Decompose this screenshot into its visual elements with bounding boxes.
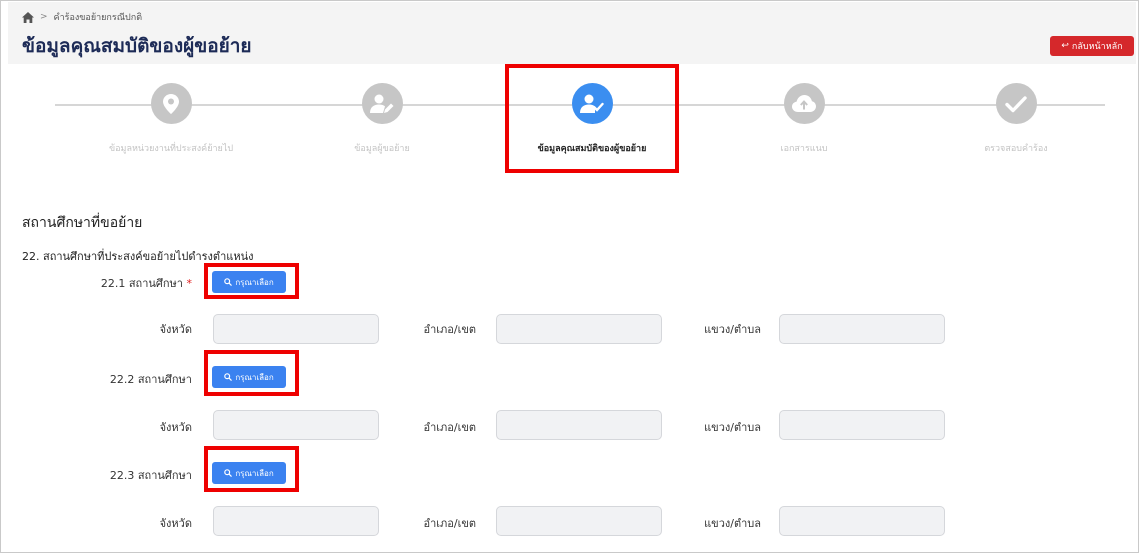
school-2-province-field[interactable] [213,410,379,440]
school-1-district-field[interactable] [496,314,662,344]
school-3-subdistrict-label: แขวง/ตำบล [704,517,761,530]
school-3-label: 22.3 สถานศึกษา [109,469,192,482]
step-applicant-info[interactable]: ข้อมูลผู้ขอย้าย [302,83,462,155]
school-3-subdistrict-field[interactable] [779,506,945,536]
school-1-province-label: จังหวัด [159,323,192,336]
back-arrow-icon: ↩ [1061,41,1069,51]
school-1-subdistrict-label: แขวง/ตำบล [704,323,761,336]
school-2-district-field[interactable] [496,410,662,440]
home-icon[interactable] [22,11,34,23]
breadcrumb-current[interactable]: คำร้องขอย้ายกรณีปกติ [54,10,143,24]
back-home-button[interactable]: ↩ กลับหน้าหลัก [1050,36,1134,56]
user-edit-icon [370,94,394,113]
step-circle [361,83,403,124]
required-asterisk: * [186,277,193,290]
school-3-district-label: อำเภอ/เขต [423,517,476,530]
step-label: ข้อมูลหน่วยงานที่ประสงค์ย้ายไป [108,144,234,154]
step-review[interactable]: ตรวจสอบคำร้อง [936,83,1096,155]
step-attachments[interactable]: เอกสารแนบ [724,83,884,155]
breadcrumb: > คำร้องขอย้ายกรณีปกติ [22,10,142,24]
step-label: ตรวจสอบคำร้อง [984,144,1048,154]
step-destination-agency[interactable]: ข้อมูลหน่วยงานที่ประสงค์ย้ายไป [91,83,251,155]
check-icon [1005,95,1027,112]
school-3-district-field[interactable] [496,506,662,536]
school-1-label-text: 22.1 สถานศึกษา [100,277,183,290]
breadcrumb-separator: > [40,12,48,22]
school-1-subdistrict-field[interactable] [779,314,945,344]
step-circle [783,83,825,124]
school-2-district-label: อำเภอ/เขต [423,421,476,434]
step-circle [150,83,192,124]
back-home-label: กลับหน้าหลัก [1071,42,1123,52]
step-label: เอกสารแนบ [780,144,828,154]
school-1-province-field[interactable] [213,314,379,344]
school-2-label: 22.2 สถานศึกษา [109,373,192,386]
section-title: สถานศึกษาที่ขอย้าย [22,215,143,231]
cloud-upload-icon [792,94,816,112]
school-2-subdistrict-field[interactable] [779,410,945,440]
page-title: ข้อมูลคุณสมบัติของผู้ขอย้าย [22,35,252,57]
school-2-province-label: จังหวัด [159,421,192,434]
highlight-box-school-2 [204,350,299,396]
map-pin-icon [163,93,179,114]
highlight-box-school-3 [204,446,299,492]
step-label: ข้อมูลผู้ขอย้าย [354,144,410,154]
school-3-province-label: จังหวัด [159,517,192,530]
school-1-district-label: อำเภอ/เขต [423,323,476,336]
highlight-box-active-step [505,64,679,173]
school-1-label: 22.1 สถานศึกษา * [70,274,192,292]
highlight-box-school-1 [204,263,299,299]
step-circle [995,83,1037,124]
school-2-subdistrict-label: แขวง/ตำบล [704,421,761,434]
school-3-province-field[interactable] [213,506,379,536]
